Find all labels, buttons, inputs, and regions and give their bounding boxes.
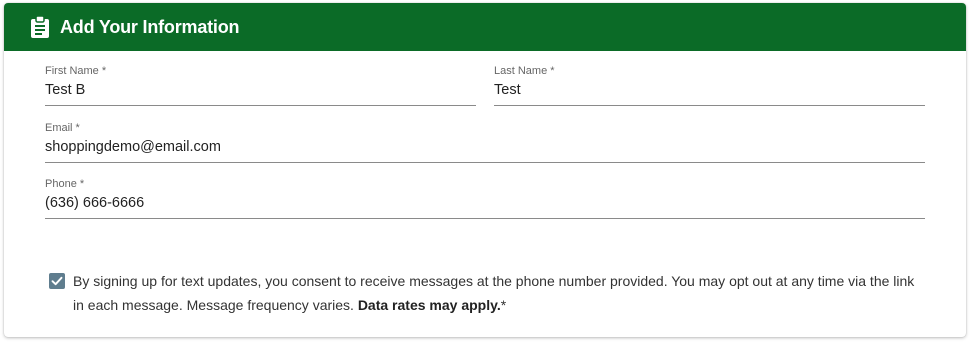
field-underline <box>45 105 476 106</box>
last-name-input[interactable]: Test <box>494 81 521 99</box>
phone-label: Phone * <box>45 178 85 190</box>
first-name-field[interactable]: First Name * Test B <box>45 65 476 106</box>
clipboard-icon <box>30 15 50 38</box>
phone-input[interactable]: (636) 666-6666 <box>45 194 144 212</box>
data-rates-notice: Data rates may apply. <box>357 297 501 313</box>
required-marker: * <box>500 297 507 313</box>
field-underline <box>45 218 925 219</box>
email-field[interactable]: Email * shoppingdemo@email.com <box>45 122 925 163</box>
card-header: Add Your Information <box>4 3 966 51</box>
information-card: Add Your Information First Name * Test B… <box>4 3 966 337</box>
card-title: Add Your Information <box>60 17 240 37</box>
first-name-label: First Name * <box>45 65 107 77</box>
consent-label[interactable]: By signing up for text updates, you cons… <box>73 269 923 317</box>
email-label: Email * <box>45 122 80 134</box>
consent-checkbox[interactable] <box>49 273 65 289</box>
sms-consent: By signing up for text updates, you cons… <box>49 269 929 319</box>
last-name-label: Last Name * <box>494 65 555 77</box>
first-name-input[interactable]: Test B <box>45 81 85 99</box>
field-underline <box>45 162 925 163</box>
phone-field[interactable]: Phone * (636) 666-6666 <box>45 178 925 219</box>
email-input[interactable]: shoppingdemo@email.com <box>45 138 221 156</box>
field-underline <box>494 105 925 106</box>
last-name-field[interactable]: Last Name * Test <box>494 65 925 106</box>
checkmark-icon <box>51 276 63 286</box>
